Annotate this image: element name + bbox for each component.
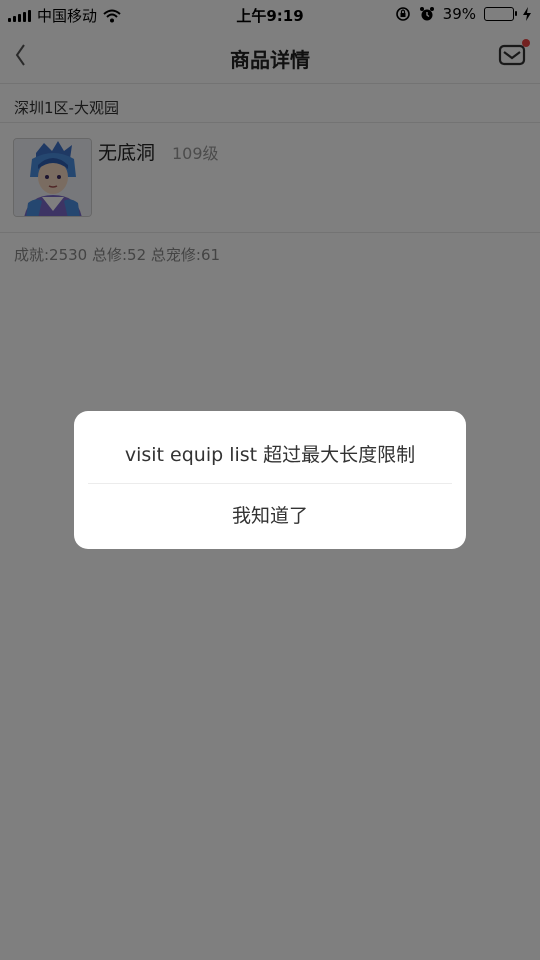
alert-dialog: visit equip list 超过最大长度限制 我知道了 <box>74 411 466 549</box>
alert-message: visit equip list 超过最大长度限制 <box>124 444 416 466</box>
confirm-button[interactable]: 我知道了 <box>74 484 466 549</box>
